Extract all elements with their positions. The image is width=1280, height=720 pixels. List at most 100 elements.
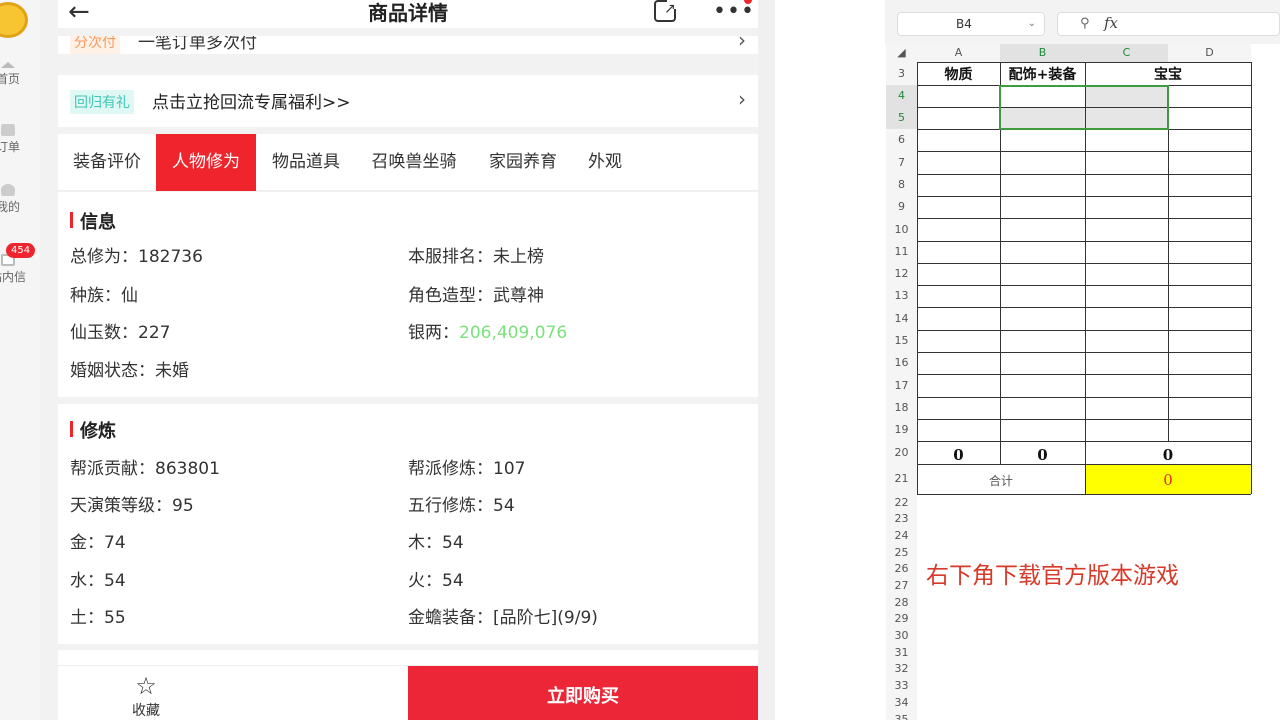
formula-bar: B4 ⌄ ⚲ fx [885,0,1280,44]
row-header-25[interactable]: 25 [886,544,917,561]
row-header-19[interactable]: 19 [886,419,917,441]
tab-items[interactable]: 物品道具 [256,134,356,191]
row-header-22[interactable]: 22 [886,494,917,511]
total-cultivation: 总修为：182736 [70,247,203,267]
buy-now-button[interactable]: 立即购买 [408,666,758,720]
user-icon [1,184,15,196]
share-arrow-icon: ↗ [664,1,676,17]
cell-name-box[interactable]: B4 ⌄ [897,12,1045,36]
water-value: 水：54 [70,571,126,591]
row-header-17[interactable]: 17 [886,374,917,397]
home-icon [1,62,15,68]
page-title: 商品详情 [368,1,448,25]
row-header-11[interactable]: 11 [886,241,917,263]
row-header-34[interactable]: 34 [886,694,917,711]
section-title: 信息 [70,208,116,234]
sidebar-item-mine[interactable]: 我的 [0,184,40,215]
sidebar-item-messages[interactable]: 站内信 [0,254,40,285]
row-header-31[interactable]: 31 [886,644,917,661]
row-header-35[interactable]: 35 [886,711,917,720]
total-cell-a[interactable]: 0 [917,446,1000,464]
promo-text: 右下角下载官方版本游戏 [926,563,1179,589]
column-header-c[interactable]: C [1085,44,1168,62]
sidebar-item-home[interactable]: 首页 [0,62,40,87]
table-horizontal-border [917,464,1251,465]
table-horizontal-border [917,330,1251,331]
spreadsheet-window: B4 ⌄ ⚲ fx ◢ A B C D 3 4 5 6 7 8 9 10 11 12 13 14 15 1… [775,0,1280,720]
function-icon[interactable]: fx [1104,14,1118,32]
row-header-8[interactable]: 8 [886,174,917,196]
table-horizontal-border [917,494,1251,495]
return-gift-tag: 回归有礼 [70,90,134,114]
golden-toad-equipment: 金蟾装备：[品阶七](9/9) [408,608,598,628]
row-header-33[interactable]: 33 [886,677,917,694]
header-cell-c[interactable]: 宝宝 [1085,64,1251,84]
return-gift-row[interactable]: 回归有礼 点击立抢回流专属福利>> › [58,75,758,127]
total-cell-b[interactable]: 0 [1000,446,1085,464]
fire-value: 火：54 [408,571,464,591]
favorite-button[interactable]: ☆ 收藏 [118,674,174,720]
row-header-29[interactable]: 29 [886,611,917,627]
row-header-28[interactable]: 28 [886,594,917,611]
sum-label-cell[interactable]: 合计 [917,472,1085,489]
formula-input[interactable]: ⚲ fx [1057,12,1280,36]
app-sidebar: 首页 订单 我的 站内信 454 [0,0,40,720]
row-header-26[interactable]: 26 [886,561,917,577]
tab-equipment-review[interactable]: 装备评价 [58,134,156,191]
training-section: 修炼 帮派贡献：863801 帮派修炼：107 天演策等级：95 五行修炼：54… [58,404,758,644]
tab-home-nurture[interactable]: 家园养育 [472,134,574,191]
row-header-3[interactable]: 3 [886,62,917,85]
sidebar-item-label: 订单 [0,140,20,154]
row-header-18[interactable]: 18 [886,397,917,419]
row-header-23[interactable]: 23 [886,511,917,527]
total-cell-c[interactable]: 0 [1085,446,1251,464]
row-header-10[interactable]: 10 [886,218,917,241]
column-header-b[interactable]: B [1000,44,1085,62]
chevron-right-icon: › [738,36,746,52]
header-cell-a[interactable]: 物质 [917,64,1000,84]
tab-summons-mounts[interactable]: 召唤兽坐骑 [356,134,472,191]
column-header-d[interactable]: D [1168,44,1251,62]
row-header-5[interactable]: 5 [886,107,917,129]
sum-value-cell[interactable]: 0 [1085,471,1251,489]
jade-count: 仙玉数：227 [70,323,171,343]
sidebar-item-label: 首页 [0,72,20,86]
zoom-icon[interactable]: ⚲ [1080,16,1090,31]
row-header-32[interactable]: 32 [886,661,917,677]
tab-appearance[interactable]: 外观 [574,134,636,191]
sidebar-item-orders[interactable]: 订单 [0,124,40,155]
select-all-corner[interactable]: ◢ [886,44,917,62]
chevron-down-icon[interactable]: ⌄ [1028,13,1036,35]
spreadsheet-grid[interactable]: ◢ A B C D 3 4 5 6 7 8 9 10 11 12 13 14 15 16 17 18 19 20 2… [886,44,1280,720]
row-header-16[interactable]: 16 [886,352,917,374]
table-horizontal-border [917,285,1251,286]
row-header-27[interactable]: 27 [886,577,917,594]
row-header-7[interactable]: 7 [886,151,917,174]
message-count-badge: 454 [6,243,36,258]
row-header-6[interactable]: 6 [886,129,917,151]
row-header-24[interactable]: 24 [886,527,917,544]
row-header-12[interactable]: 12 [886,263,917,285]
row-header-30[interactable]: 30 [886,627,917,644]
table-horizontal-border [917,263,1251,264]
row-header-14[interactable]: 14 [886,307,917,330]
tab-character-cultivation[interactable]: 人物修为 [156,134,256,191]
row-header-9[interactable]: 9 [886,196,917,218]
row-header-4[interactable]: 4 [886,85,917,107]
installment-row[interactable]: 分次付 一笔订单多次付 › [58,36,758,54]
table-horizontal-border [917,397,1251,398]
row-header-21[interactable]: 21 [886,464,917,494]
bottom-action-bar: ☆ 收藏 立即购买 [58,665,758,720]
marriage-status: 婚姻状态：未婚 [70,361,189,381]
column-header-a[interactable]: A [917,44,1000,62]
header-cell-b[interactable]: 配饰+装备 [1000,64,1085,84]
order-icon [1,124,15,136]
table-horizontal-border [917,441,1251,442]
app-logo[interactable] [0,2,28,38]
guild-contribution: 帮派贡献：863801 [70,459,220,479]
row-header-13[interactable]: 13 [886,285,917,307]
pane-divider [758,0,775,720]
row-header-20[interactable]: 20 [886,441,917,464]
more-options-icon[interactable]: ••• [713,1,755,23]
row-header-15[interactable]: 15 [886,330,917,352]
